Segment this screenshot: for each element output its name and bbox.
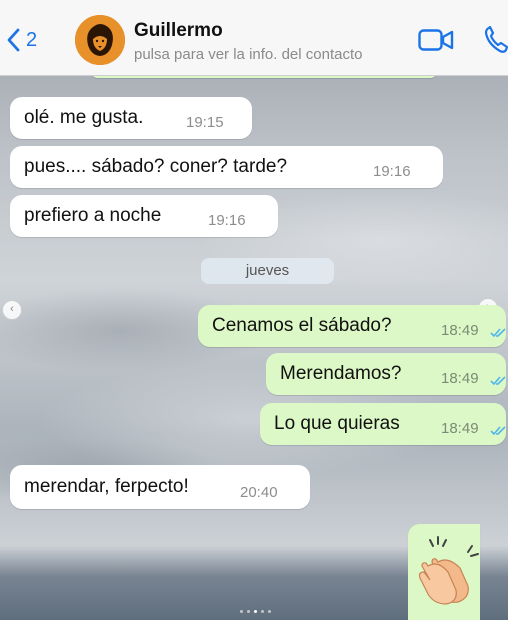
video-call-icon[interactable]: [418, 29, 454, 51]
message-time: 18:49: [441, 370, 479, 387]
message-text: merendar, ferpecto!: [24, 476, 189, 497]
avatar[interactable]: [75, 15, 125, 65]
message-bubble-outgoing[interactable]: Lo que quieras 18:49: [260, 403, 506, 445]
lion-avatar-icon: [75, 15, 125, 65]
sticker-bubble[interactable]: [408, 524, 480, 620]
message-bubble-outgoing[interactable]: Cenamos el sábado? 18:49: [198, 305, 506, 347]
message-text: pues.... sábado? coner? tarde?: [24, 156, 288, 177]
message-text: Cenamos el sábado?: [212, 315, 392, 336]
message-time: 20:40: [240, 484, 278, 501]
page-indicator: [240, 610, 271, 613]
message-time: 18:49: [441, 420, 479, 437]
message-text: Lo que quieras: [274, 413, 400, 434]
message-text: prefiero a noche: [24, 205, 162, 226]
read-receipt-icon: [490, 328, 506, 338]
message-bubble-incoming[interactable]: prefiero a noche 19:16: [10, 195, 278, 237]
chat-header: 2 Guillermo pulsa para ver la info. del …: [0, 0, 508, 76]
chevron-left-icon: [7, 28, 20, 52]
message-bubble-incoming[interactable]: olé. me gusta. 19:15: [10, 97, 252, 139]
clapping-hands-icon: [418, 536, 479, 605]
message-text: olé. me gusta.: [24, 107, 144, 128]
message-time: 19:16: [373, 163, 411, 180]
message-time: 19:15: [186, 114, 224, 131]
message-bubble-incoming[interactable]: merendar, ferpecto! 20:40: [10, 465, 310, 509]
message-time: 18:49: [441, 322, 479, 339]
contact-info-hint[interactable]: pulsa para ver la info. del contacto: [134, 46, 362, 63]
phone-call-icon[interactable]: [484, 26, 508, 54]
read-receipt-icon: [490, 376, 506, 386]
contact-name[interactable]: Guillermo: [134, 20, 223, 42]
message-bubble-outgoing[interactable]: Merendamos? 18:49: [266, 353, 506, 395]
date-separator: jueves: [201, 258, 334, 284]
unread-count: 2: [26, 28, 38, 51]
message-time: 19:16: [208, 212, 246, 229]
read-receipt-icon: [490, 426, 506, 436]
message-bubble-incoming[interactable]: pues.... sábado? coner? tarde? 19:16: [10, 146, 443, 188]
back-button[interactable]: 2: [6, 28, 37, 52]
scroll-left-arrow[interactable]: ‹: [2, 300, 22, 320]
message-text: Merendamos?: [280, 363, 402, 384]
